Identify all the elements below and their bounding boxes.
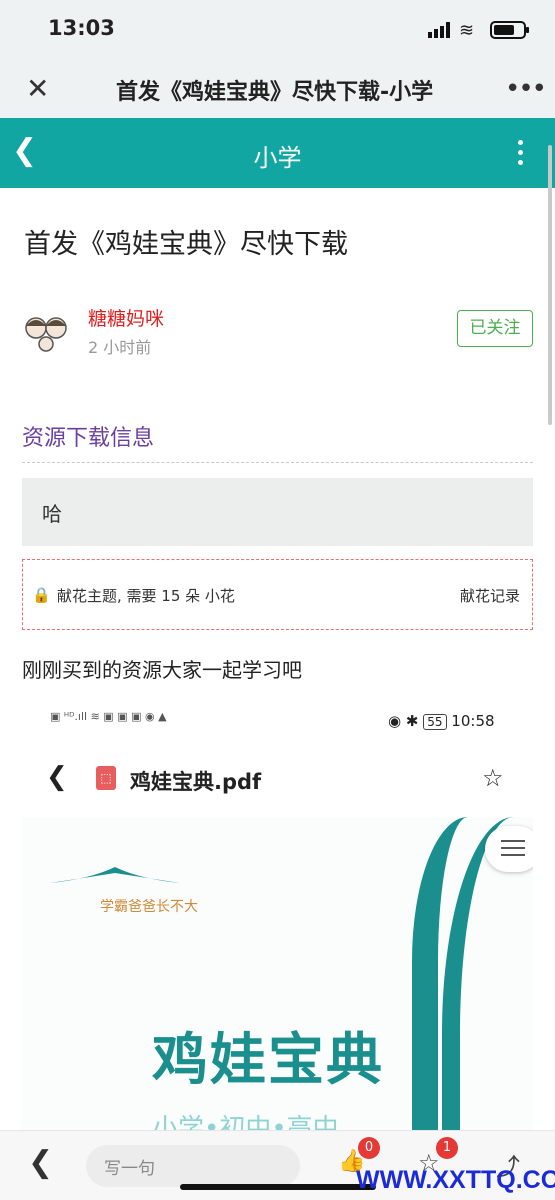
post-body-text: 刚刚买到的资源大家一起学习吧 xyxy=(22,658,302,682)
home-indicator xyxy=(180,1184,376,1190)
cover-title: 鸡娃宝典 xyxy=(152,1028,384,1093)
flower-record-link[interactable]: 献花记录 xyxy=(460,585,520,606)
comment-placeholder: 写一句 xyxy=(104,1159,155,1179)
mountain-logo-icon xyxy=(50,867,180,883)
embedded-status-icons: ▣ ᴴᴰ.ıll ≋ ▣ ▣ ▣ ◉ ▲ xyxy=(50,710,167,723)
kebab-menu-icon[interactable] xyxy=(518,140,526,170)
lock-requirement-text: 献花主题, 需要 15 朵 小花 xyxy=(57,587,235,605)
eye-icon: ◉ xyxy=(388,712,402,730)
close-icon[interactable]: ✕ xyxy=(26,75,49,103)
more-icon[interactable]: ••• xyxy=(505,74,547,104)
bottom-back-icon[interactable]: ❮ xyxy=(28,1145,53,1180)
favorite-count-badge: 1 xyxy=(436,1137,458,1159)
lock-icon: 🔒 xyxy=(32,586,51,604)
watermark: WWW.XXTTQ.COM xyxy=(356,1166,555,1194)
hamburger-icon xyxy=(485,826,533,872)
embedded-battery: 55 xyxy=(423,714,447,730)
divider xyxy=(22,462,533,463)
comment-input[interactable]: 写一句 xyxy=(86,1145,300,1187)
section-title: 资源下载信息 xyxy=(22,426,155,451)
embedded-clock: 10:58 xyxy=(451,712,495,730)
status-bar: 13:03 ≋ xyxy=(0,0,555,60)
resource-text: 哈 xyxy=(42,502,62,526)
post-image[interactable]: ▣ ᴴᴰ.ıll ≋ ▣ ▣ ▣ ◉ ▲ ◉ ✱ 55 10:58 ❮ ⬚ 鸡娃… xyxy=(22,690,533,1140)
embedded-back-icon: ❮ xyxy=(46,762,68,792)
browser-nav-bar: ✕ 首发《鸡娃宝典》尽快下载-小学 ••• xyxy=(0,60,555,118)
forum-header: ❮ 小学 xyxy=(0,118,555,188)
post-title: 首发《鸡娃宝典》尽快下载 xyxy=(24,229,348,260)
follow-button[interactable]: 已关注 xyxy=(457,310,533,347)
avatar[interactable] xyxy=(22,312,70,352)
cellular-signal-icon xyxy=(428,22,450,38)
post-time: 2 小时前 xyxy=(88,338,152,357)
author-name[interactable]: 糖糖妈咪 xyxy=(88,304,164,331)
star-icon: ☆ xyxy=(482,764,504,792)
cover-slogan: 学霸爸爸长不大 xyxy=(100,899,198,915)
battery-icon xyxy=(490,21,529,39)
status-time: 13:03 xyxy=(48,16,115,40)
like-count-badge: 0 xyxy=(358,1137,380,1159)
pdf-icon: ⬚ xyxy=(96,766,116,790)
forum-title: 小学 xyxy=(253,144,302,172)
bluetooth-icon: ✱ xyxy=(405,712,419,730)
resource-box: 哈 xyxy=(22,478,533,546)
locked-content-box: 🔒 献花主题, 需要 15 朵 小花 献花记录 xyxy=(22,559,533,630)
embedded-time: ◉ ✱ 55 10:58 xyxy=(388,712,495,730)
scrollbar[interactable] xyxy=(548,145,552,425)
embedded-file-name: 鸡娃宝典.pdf xyxy=(130,770,262,794)
wifi-icon: ≋ xyxy=(459,20,475,41)
nav-title: 首发《鸡娃宝典》尽快下载-小学 xyxy=(116,80,434,105)
